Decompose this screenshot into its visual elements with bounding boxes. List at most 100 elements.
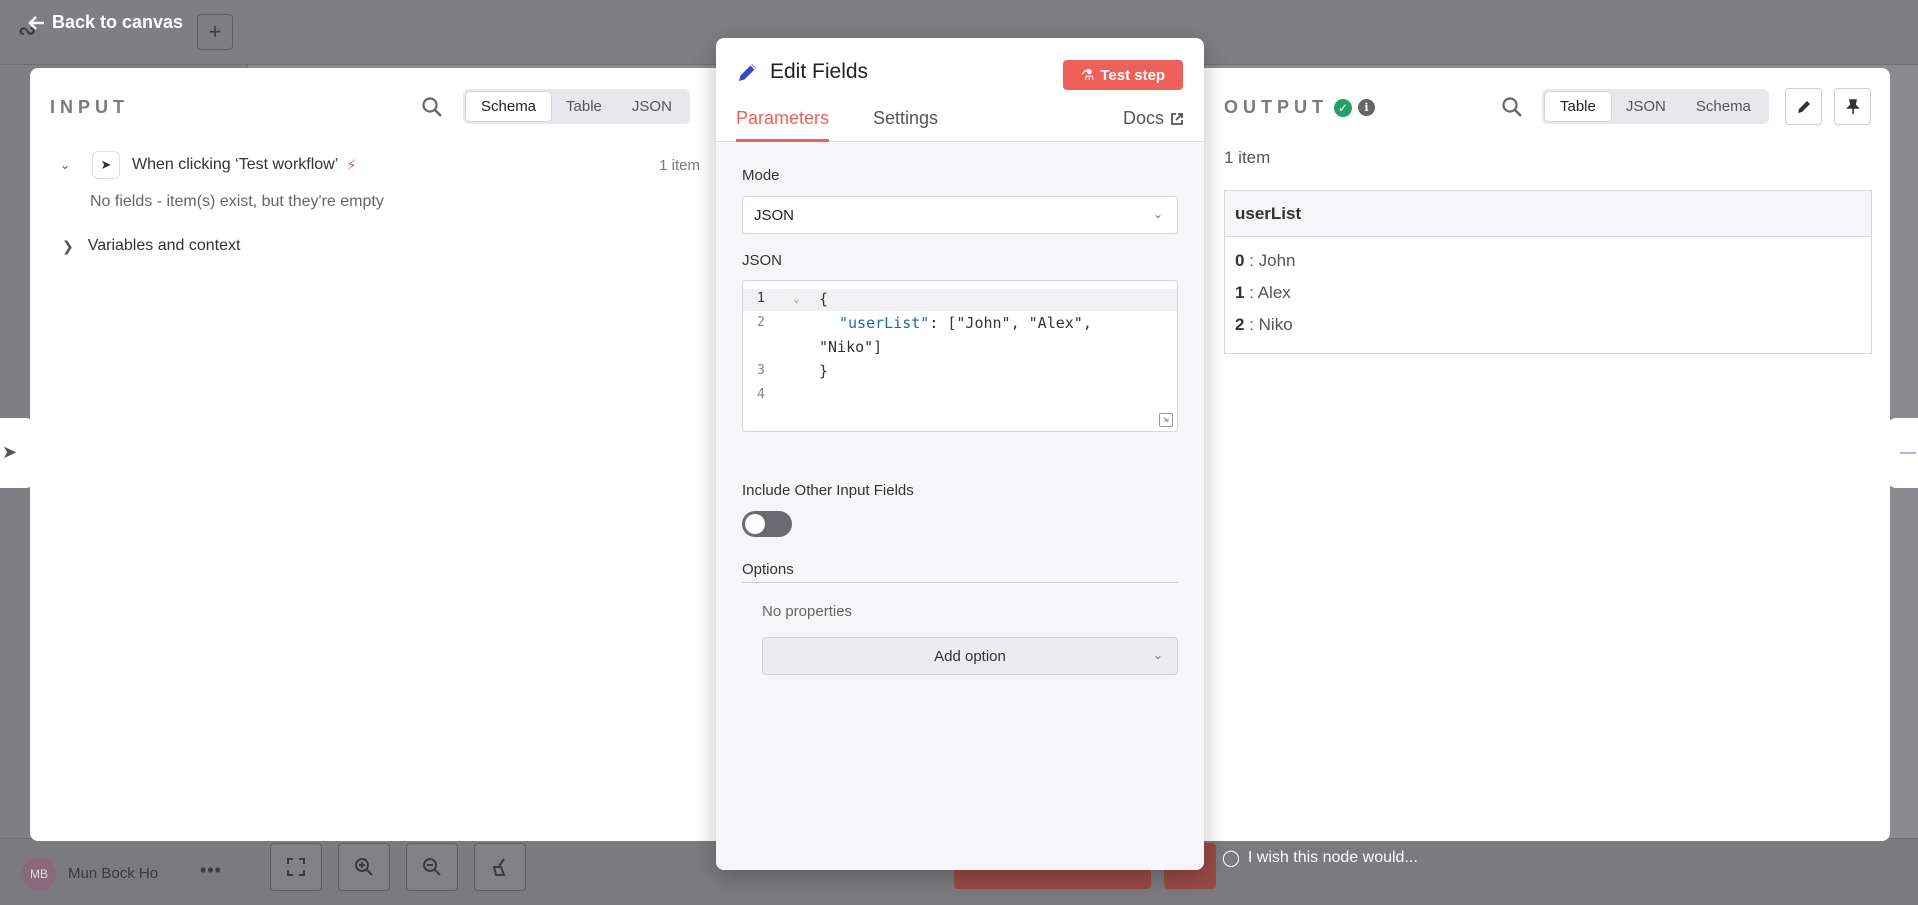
edit-tabs: Parameters Settings Docs — [716, 108, 1204, 142]
output-view-tabs: Table JSON Schema — [1542, 89, 1769, 124]
code-text: "userList": ["John", "Alex", — [839, 314, 1092, 332]
tab-json[interactable]: JSON — [617, 92, 687, 121]
list-item[interactable]: 0 : John — [1235, 251, 1296, 271]
output-title-text: OUTPUT — [1224, 97, 1328, 117]
include-fields-toggle[interactable] — [742, 511, 792, 537]
tab-schema[interactable]: Schema — [466, 92, 552, 121]
list-item[interactable]: 2 : Niko — [1235, 315, 1293, 335]
pin-data-button[interactable] — [1834, 88, 1871, 125]
mode-select[interactable]: JSON ⌄ — [742, 196, 1178, 234]
chevron-down-icon[interactable]: ⌄ — [60, 158, 76, 172]
code-text: } — [819, 362, 829, 380]
zoom-in-button[interactable] — [338, 843, 390, 891]
edit-fields-panel: Edit Fields ⚗ Test step Parameters Setti… — [716, 38, 1204, 870]
code-line: 4 — [743, 385, 1177, 407]
tidy-up-button[interactable] — [474, 843, 526, 891]
tab-schema[interactable]: Schema — [1681, 92, 1766, 121]
input-title: INPUT — [50, 97, 129, 117]
chevron-down-icon: ⌄ — [1152, 207, 1163, 221]
zoom-out-icon — [423, 858, 441, 876]
pencil-icon — [739, 64, 756, 81]
docs-link[interactable]: Docs — [1123, 108, 1184, 129]
zoom-in-icon — [355, 858, 373, 876]
empty-items-note: No fields - item(s) exist, but they're e… — [90, 193, 384, 210]
mode-value: JSON — [754, 206, 795, 224]
pencil-icon — [1797, 100, 1810, 113]
input-node-row[interactable]: ⌄ ➤ When clicking ‘Test workflow’ ⚡ 1 it… — [60, 148, 700, 182]
feedback-link[interactable]: ◯ I wish this node would... — [1222, 848, 1418, 868]
next-node-handle[interactable]: — — [1888, 418, 1918, 488]
code-line: 1 ⌄ { — [743, 289, 1177, 311]
feedback-text: I wish this node would... — [1247, 849, 1418, 866]
code-text: { — [819, 290, 829, 308]
input-node-label: When clicking ‘Test workflow’ — [132, 156, 339, 173]
external-link-icon — [1171, 112, 1183, 125]
back-to-canvas-label: Back to canvas — [52, 12, 184, 32]
item-value: Alex — [1257, 283, 1291, 302]
success-check-icon: ✓ — [1334, 98, 1352, 117]
add-node-button[interactable]: + — [197, 14, 233, 50]
fold-icon[interactable]: ⌄ — [793, 292, 800, 305]
lightbulb-icon: ◯ — [1222, 850, 1240, 867]
zoom-to-fit-button[interactable] — [270, 843, 322, 891]
output-title: OUTPUT ✓ i — [1224, 97, 1375, 118]
panel-title: Edit Fields — [770, 60, 869, 83]
tab-settings[interactable]: Settings — [873, 108, 938, 139]
code-line: "Niko"] — [743, 337, 1177, 359]
input-view-tabs: Schema Table JSON — [463, 89, 690, 124]
edit-header: Edit Fields — [736, 60, 868, 84]
lightning-icon: ⚡ — [346, 157, 357, 174]
more-options-icon[interactable]: ••• — [200, 860, 222, 881]
line-number: 1 — [757, 291, 765, 306]
docs-label: Docs — [1122, 108, 1164, 128]
add-option-button[interactable]: Add option ⌄ — [762, 637, 1178, 675]
no-properties-text: No properties — [762, 603, 853, 620]
test-step-button[interactable]: ⚗ Test step — [1063, 60, 1183, 90]
item-index: 2 — [1235, 315, 1245, 334]
tab-table[interactable]: Table — [1545, 92, 1611, 121]
json-value: : ["John", "Alex", — [929, 314, 1092, 332]
pin-icon — [1845, 98, 1860, 114]
code-line: 2 "userList": ["John", "Alex", — [743, 313, 1177, 335]
edit-output-button[interactable] — [1785, 88, 1822, 125]
expand-editor-icon[interactable]: ⇲ — [1159, 413, 1173, 427]
json-editor[interactable]: 1 ⌄ { 2 "userList": ["John", "Alex", "Ni… — [742, 280, 1178, 432]
line-number: 3 — [757, 363, 765, 378]
mode-label: Mode — [742, 167, 780, 184]
json-key: "userList" — [839, 314, 930, 332]
test-step-label: Test step — [1100, 66, 1166, 84]
item-value: Niko — [1258, 315, 1293, 334]
back-to-canvas-button[interactable]: Back to canvas — [28, 12, 183, 33]
output-item-count: 1 item — [1224, 148, 1271, 167]
info-icon[interactable]: i — [1358, 99, 1375, 116]
parameters-body: Mode JSON ⌄ JSON 1 ⌄ { 2 "userList": ["J… — [716, 143, 1204, 870]
tab-parameters[interactable]: Parameters — [736, 108, 830, 142]
search-icon[interactable] — [1501, 96, 1523, 118]
include-fields-label: Include Other Input Fields — [742, 482, 914, 499]
chevron-down-icon: ⌄ — [1152, 648, 1163, 662]
cursor-icon: ➤ — [2, 442, 18, 462]
avatar[interactable]: MB — [22, 857, 56, 891]
output-table: userList 0 : John 1 : Alex 2 : Niko — [1224, 190, 1872, 354]
input-item-count: 1 item — [659, 156, 700, 174]
item-value: John — [1258, 251, 1296, 270]
zoom-out-button[interactable] — [406, 843, 458, 891]
item-index: 1 — [1235, 283, 1245, 302]
list-item[interactable]: 1 : Alex — [1235, 283, 1291, 303]
chevron-right-icon: ❯ — [62, 237, 74, 254]
tab-table[interactable]: Table — [551, 92, 617, 121]
cursor-icon: ➤ — [92, 151, 120, 179]
broom-icon — [492, 858, 506, 876]
connector-icon: — — [1900, 444, 1916, 461]
previous-node-handle[interactable]: ➤ — [0, 418, 34, 488]
item-index: 0 — [1235, 251, 1245, 270]
variables-context-row[interactable]: ❯ Variables and context — [62, 237, 240, 255]
tab-json[interactable]: JSON — [1611, 92, 1681, 121]
add-option-label: Add option — [934, 647, 1006, 665]
json-label: JSON — [742, 252, 783, 269]
fit-view-icon — [287, 858, 305, 876]
code-line: 3 } — [743, 361, 1177, 383]
search-icon[interactable] — [421, 96, 443, 118]
code-text: "Niko"] — [819, 338, 883, 356]
line-number: 2 — [757, 315, 765, 330]
